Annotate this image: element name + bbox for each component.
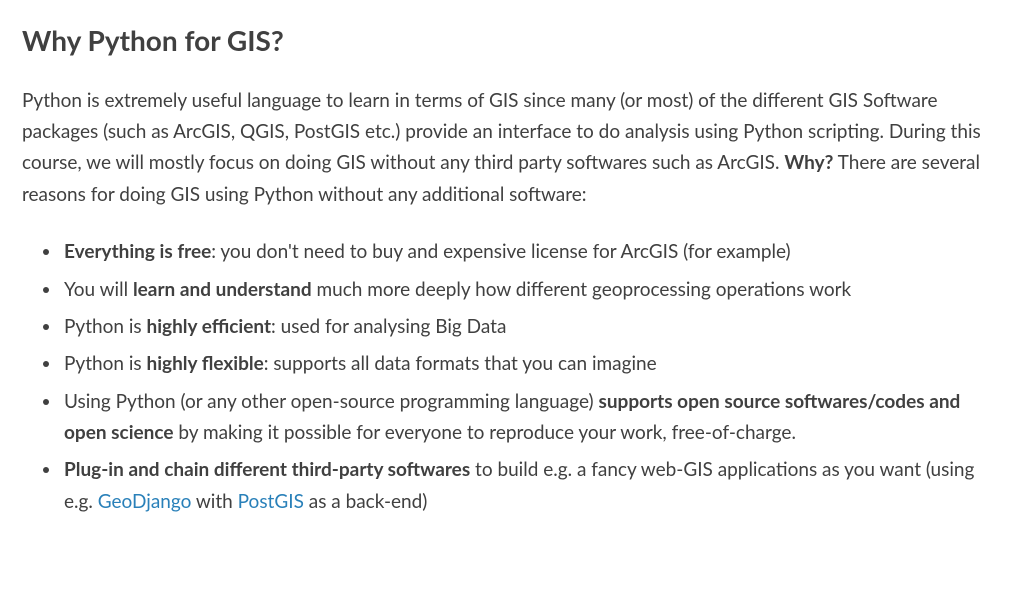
bullet-text: : used for analysing Big Data [271, 315, 506, 338]
list-item: Everything is free: you don't need to bu… [62, 236, 1002, 267]
list-item: Using Python (or any other open-source p… [62, 386, 1002, 449]
bullet-pre: You will [64, 278, 133, 301]
intro-paragraph: Python is extremely useful language to l… [22, 85, 1002, 210]
bullet-bold: highly flexible [147, 352, 264, 375]
bullet-text: much more deeply how different geoproces… [312, 278, 852, 301]
bullet-text: by making it possible for everyone to re… [174, 421, 796, 444]
bullet-text: : supports all data formats that you can… [264, 352, 657, 375]
postgis-link[interactable]: PostGIS [238, 490, 304, 513]
geodjango-link[interactable]: GeoDjango [98, 490, 192, 513]
bullet-text: : you don't need to buy and expensive li… [211, 240, 790, 263]
bullet-bold: Everything is free [64, 240, 211, 263]
intro-why-bold: Why? [784, 151, 833, 174]
bullet-bold: Plug-in and chain different third-party … [64, 458, 470, 481]
section-heading: Why Python for GIS? [22, 18, 1002, 63]
bullet-text: as a back-end) [304, 490, 427, 513]
reasons-list: Everything is free: you don't need to bu… [22, 236, 1002, 517]
bullet-bold: highly efficient [147, 315, 272, 338]
list-item: You will learn and understand much more … [62, 274, 1002, 305]
list-item: Plug-in and chain different third-party … [62, 454, 1002, 517]
bullet-text: with [191, 490, 237, 513]
list-item: Python is highly flexible: supports all … [62, 348, 1002, 379]
bullet-pre: Python is [64, 315, 147, 338]
bullet-bold: learn and understand [133, 278, 312, 301]
list-item: Python is highly efficient: used for ana… [62, 311, 1002, 342]
bullet-pre: Python is [64, 352, 147, 375]
bullet-pre: Using Python (or any other open-source p… [64, 390, 598, 413]
